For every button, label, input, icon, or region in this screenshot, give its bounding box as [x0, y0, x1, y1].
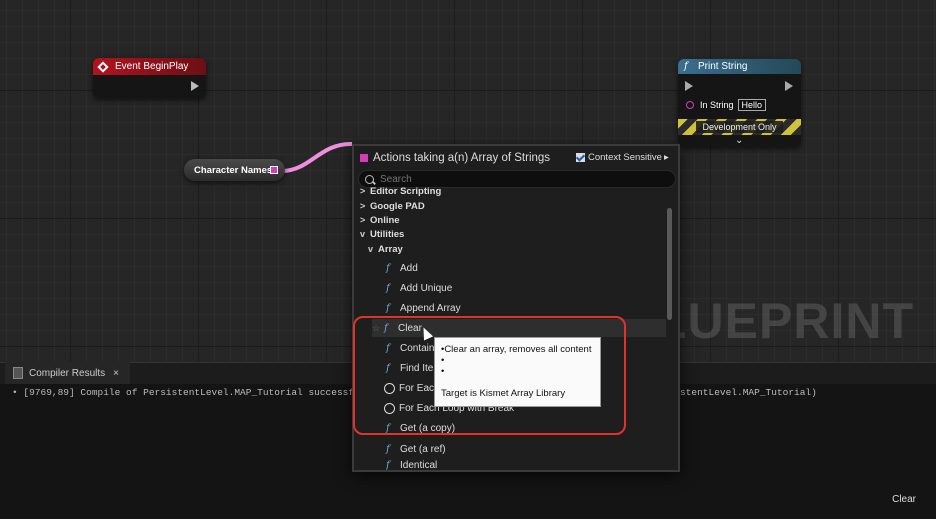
function-icon: f: [386, 302, 390, 314]
print-string-node[interactable]: f Print String In String Hello Developme…: [678, 59, 801, 147]
exec-out-pin-icon[interactable]: [785, 81, 793, 91]
variable-label: Character Names: [194, 164, 273, 176]
clear-button[interactable]: Clear: [892, 494, 916, 505]
close-icon[interactable]: ×: [113, 368, 119, 379]
tab-compiler-results[interactable]: Compiler Results ×: [5, 362, 130, 384]
action-menu-title: Actions taking a(n) Array of Strings: [373, 152, 551, 164]
search-input[interactable]: [380, 173, 660, 185]
in-string-input[interactable]: Hello: [737, 99, 767, 111]
function-icon: f: [386, 460, 390, 470]
development-only-banner: Development Only: [678, 119, 801, 135]
log-line: • [9769,89] Compile of PersistentLevel.M…: [12, 387, 355, 398]
log-line-tail: stentLevel.MAP_Tutorial): [680, 387, 817, 398]
print-node-title: Print String: [698, 61, 748, 72]
print-node-header: f Print String: [678, 59, 801, 74]
chevron-right-icon: >: [360, 186, 366, 196]
chevron-right-icon: ▸: [663, 152, 669, 163]
menu-category-array[interactable]: v Array: [368, 242, 403, 256]
menu-item-add-unique[interactable]: f Add Unique: [386, 279, 452, 297]
event-node-title: Event BeginPlay: [115, 61, 189, 72]
menu-item-get-a-ref[interactable]: f Get (a ref): [386, 440, 446, 458]
chevron-down-icon[interactable]: ⌄: [735, 135, 743, 146]
menu-item-add[interactable]: f Add: [386, 259, 418, 277]
event-diamond-icon: [97, 60, 109, 73]
log-icon: [13, 367, 23, 379]
event-node-header: Event BeginPlay: [93, 58, 206, 75]
chevron-right-icon: >: [360, 215, 366, 225]
menu-category-google-pad[interactable]: > Google PAD: [360, 199, 425, 213]
highlight-annotation: [353, 316, 626, 435]
event-beginplay-node[interactable]: Event BeginPlay: [93, 58, 206, 98]
in-string-pin[interactable]: In String Hello: [686, 99, 767, 111]
menu-item-label: Add Unique: [400, 282, 453, 294]
development-only-label: Development Only: [696, 121, 783, 133]
menu-item-identical[interactable]: f Identical: [386, 460, 437, 470]
exec-out-pin-icon[interactable]: [191, 81, 199, 91]
menu-item-label: Append Array: [400, 302, 461, 314]
menu-item-label: Editor Scripting: [370, 185, 442, 197]
array-type-icon: [360, 154, 368, 162]
menu-item-label: Identical: [400, 460, 438, 470]
menu-item-label: Add: [400, 262, 418, 274]
menu-category-utilities[interactable]: v Utilities: [360, 227, 404, 241]
function-icon: f: [386, 443, 390, 455]
search-icon: [365, 174, 374, 184]
menu-item-label: Array: [378, 243, 403, 255]
function-icon: f: [684, 61, 688, 72]
function-icon: f: [386, 282, 390, 294]
context-sensitive-label: Context Sensitive: [588, 152, 662, 163]
checkbox-icon[interactable]: [576, 153, 585, 162]
exec-in-pin-icon[interactable]: [685, 81, 693, 91]
in-string-label: In String: [700, 100, 734, 110]
menu-item-label: Utilities: [370, 228, 405, 240]
menu-item-label: Google PAD: [370, 200, 425, 212]
chevron-right-icon: >: [360, 201, 366, 211]
menu-category-editor-scripting[interactable]: > Editor Scripting: [360, 185, 441, 197]
chevron-down-icon: v: [360, 229, 366, 239]
tab-label: Compiler Results: [29, 367, 106, 379]
chevron-down-icon: v: [368, 244, 374, 254]
menu-item-label: Get (a ref): [400, 443, 446, 455]
menu-item-append-array[interactable]: f Append Array: [386, 299, 461, 317]
function-icon: f: [386, 262, 390, 274]
array-pin-icon[interactable]: [270, 166, 278, 174]
scrollbar[interactable]: [667, 208, 672, 320]
context-sensitive-toggle[interactable]: Context Sensitive ▸: [576, 152, 669, 163]
string-pin-icon[interactable]: [686, 101, 694, 109]
menu-item-label: Online: [370, 214, 400, 226]
character-names-variable-node[interactable]: Character Names: [184, 159, 285, 181]
menu-category-online[interactable]: > Online: [360, 213, 400, 227]
